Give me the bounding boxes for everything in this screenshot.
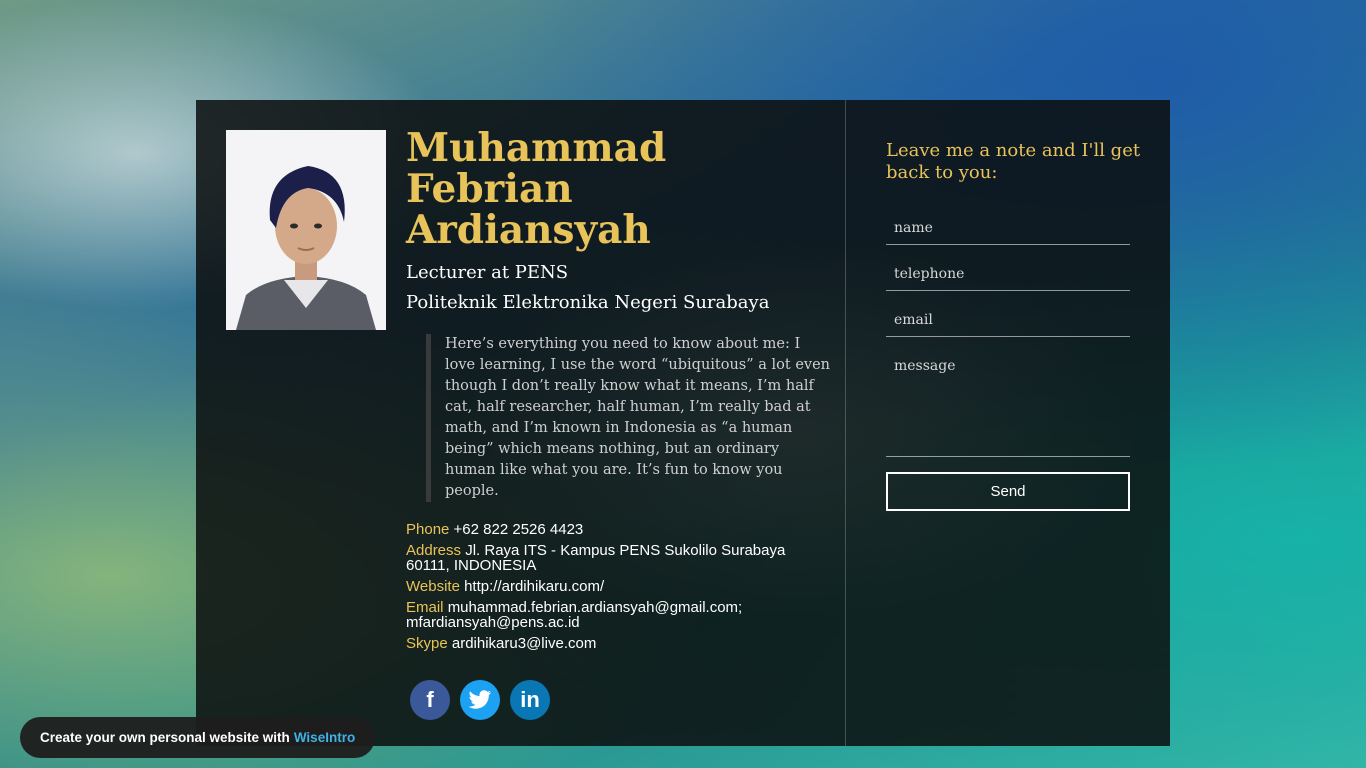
- twitter-icon: [468, 690, 491, 709]
- profile-name: Muhammad Febrian Ardiansyah: [406, 125, 667, 253]
- promo-banner: Create your own personal website with Wi…: [20, 717, 376, 758]
- form-title: Leave me a note and I'll get back to you…: [886, 140, 1141, 183]
- contact-phone: Phone +62 822 2526 4423: [406, 522, 826, 537]
- contact-website: Website http://ardihikaru.com/: [406, 579, 826, 594]
- facebook-button[interactable]: f: [410, 680, 450, 720]
- contact-address: Address Jl. Raya ITS - Kampus PENS Sukol…: [406, 543, 826, 573]
- contact-list: Phone +62 822 2526 4423 Address Jl. Raya…: [406, 522, 826, 657]
- twitter-button[interactable]: t: [460, 680, 500, 720]
- contact-label: Website: [406, 578, 460, 595]
- facebook-icon: f: [426, 687, 434, 712]
- email-field[interactable]: [886, 303, 1130, 337]
- profile-card: Muhammad Febrian Ardiansyah Lecturer at …: [196, 100, 1170, 746]
- contact-skype: Skype ardihikaru3@live.com: [406, 636, 826, 651]
- message-field[interactable]: [886, 352, 1130, 457]
- person-portrait-icon: [226, 130, 386, 330]
- telephone-field[interactable]: [886, 257, 1130, 291]
- name-field[interactable]: [886, 211, 1130, 245]
- contact-email: Email muhammad.febrian.ardiansyah@gmail.…: [406, 600, 826, 630]
- contact-label: Phone: [406, 521, 450, 538]
- website-link[interactable]: http://ardihikaru.com/: [464, 578, 604, 595]
- linkedin-icon: in: [520, 687, 540, 712]
- bio-quote: Here’s everything you need to know about…: [426, 334, 831, 502]
- profile-photo: [226, 130, 386, 330]
- contact-label: Skype: [406, 635, 448, 652]
- wiseintro-link[interactable]: WiseIntro: [294, 730, 355, 745]
- contact-value: +62 822 2526 4423: [453, 521, 584, 538]
- contact-value: ardihikaru3@live.com: [451, 635, 597, 652]
- profile-institution: Politeknik Elektronika Negeri Surabaya: [406, 292, 770, 313]
- linkedin-button[interactable]: in: [510, 680, 550, 720]
- send-button[interactable]: Send: [886, 472, 1130, 511]
- social-links: f t in: [410, 680, 550, 720]
- email-link[interactable]: muhammad.febrian.ardiansyah@gmail.com; m…: [406, 599, 742, 631]
- contact-form-section: Leave me a note and I'll get back to you…: [846, 100, 1170, 746]
- promo-text: Create your own personal website with: [40, 730, 290, 745]
- contact-value: Jl. Raya ITS - Kampus PENS Sukolilo Sura…: [406, 542, 786, 574]
- profile-section: Muhammad Febrian Ardiansyah Lecturer at …: [196, 100, 846, 746]
- profile-position: Lecturer at PENS: [406, 262, 569, 283]
